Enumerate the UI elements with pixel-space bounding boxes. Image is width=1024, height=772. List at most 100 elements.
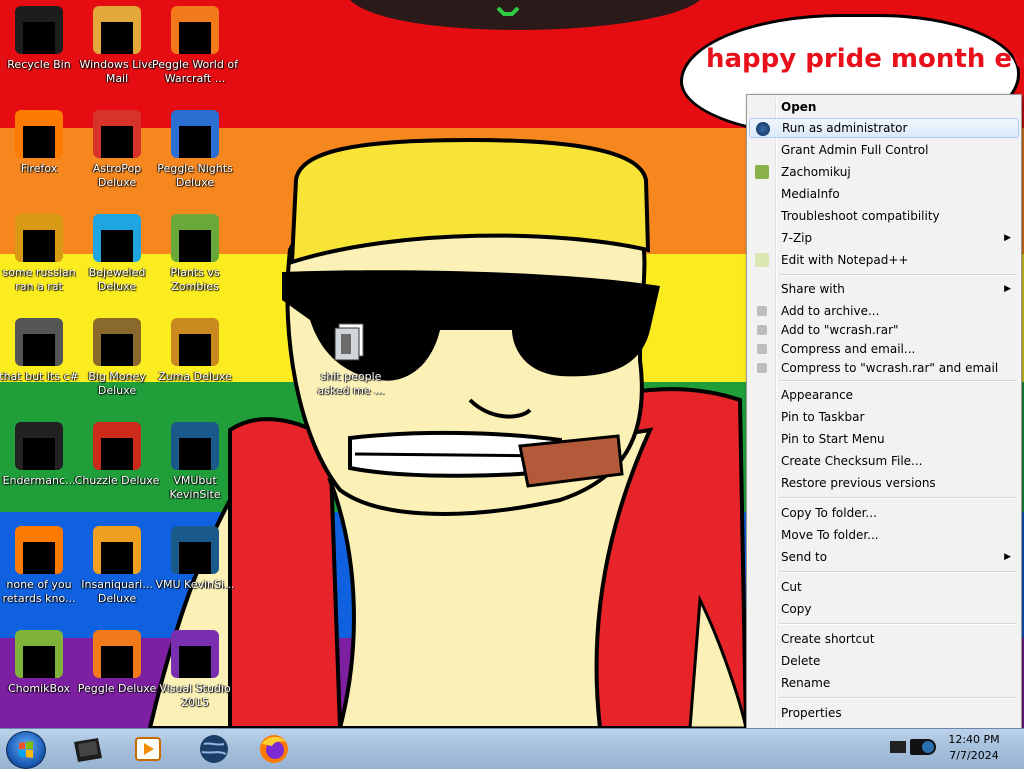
desktop-icon-12[interactable]: Endermanc... <box>0 416 78 512</box>
menu-item-pin-to-start-menu[interactable]: Pin to Start Menu <box>749 429 1019 449</box>
menu-item-zachomikuj[interactable]: Zachomikuj <box>749 162 1019 182</box>
desktop-icon-label: VMUbut KevinSite <box>169 474 221 501</box>
camera-icon <box>910 739 936 755</box>
start-button[interactable] <box>6 731 46 769</box>
desktop-icon-2[interactable]: Peggle World of Warcraft ... <box>152 0 238 96</box>
icon-redaction-mask <box>101 438 133 470</box>
desktop-icon-label: Peggle World of Warcraft ... <box>152 58 238 85</box>
menu-item-label: Zachomikuj <box>781 165 851 179</box>
desktop-icon-label: Big Money Deluxe <box>88 370 146 397</box>
menu-item-copy[interactable]: Copy <box>749 599 1019 619</box>
desktop-icon-20[interactable]: Visual Studio 2015 <box>156 624 234 720</box>
desktop-icon-4[interactable]: AstroPop Deluxe <box>78 104 156 200</box>
media-player-icon <box>135 737 161 761</box>
menu-separator <box>779 497 1017 499</box>
desktop-icon-16[interactable]: Insaniquari... Deluxe <box>78 520 156 616</box>
menu-item-7-zip[interactable]: 7-Zip ▶ <box>749 228 1019 248</box>
icon-redaction-mask <box>23 438 55 470</box>
explorer-icon <box>74 738 102 762</box>
menu-item-restore-previous-versions[interactable]: Restore previous versions <box>749 473 1019 493</box>
menu-item-open[interactable]: Open <box>749 97 1019 117</box>
tray-camera[interactable] <box>908 733 936 761</box>
taskbar-pinned-firefox[interactable] <box>250 732 298 766</box>
menu-item-share-with[interactable]: Share with ▶ <box>749 279 1019 299</box>
menu-item-add-to-archive[interactable]: Add to archive... <box>749 301 1019 321</box>
desktop-icon-5[interactable]: Peggle Nights Deluxe <box>156 104 234 200</box>
menu-item-properties[interactable]: Properties <box>749 703 1019 723</box>
desktop-icon-8[interactable]: Plants vs Zombies <box>156 208 234 304</box>
menu-item-label: 7-Zip <box>781 231 813 245</box>
desktop-icon-19[interactable]: Peggle Deluxe <box>78 624 156 720</box>
taskbar-pinned-globe[interactable] <box>190 732 238 766</box>
menu-item-compress-and-email[interactable]: Compress and email... <box>749 339 1019 359</box>
menu-item-grant-admin-full-control[interactable]: Grant Admin Full Control <box>749 140 1019 160</box>
desktop-icon-14[interactable]: VMUbut KevinSite <box>156 416 234 512</box>
globe-icon <box>200 735 228 763</box>
menu-item-label: Open <box>781 100 817 114</box>
icon-redaction-mask <box>101 334 133 366</box>
desktop-icon-label: Zuma Deluxe <box>158 370 232 383</box>
desktop-icon-18[interactable]: ChomikBox <box>0 624 78 720</box>
menu-item-send-to[interactable]: Send to ▶ <box>749 547 1019 567</box>
menu-item-compress-to-wcrash-rar-and-email[interactable]: Compress to "wcrash.rar" and email <box>749 358 1019 378</box>
desktop-icon-15[interactable]: none of you retards kno... <box>0 520 78 616</box>
menu-item-label: Grant Admin Full Control <box>781 143 929 157</box>
menu-item-label: Compress to "wcrash.rar" and email <box>781 361 999 375</box>
menu-item-create-shortcut[interactable]: Create shortcut <box>749 629 1019 649</box>
menu-item-copy-to-folder[interactable]: Copy To folder... <box>749 503 1019 523</box>
taskbar <box>0 728 1024 769</box>
menu-item-label: Cut <box>781 580 802 594</box>
menu-separator <box>779 274 1017 276</box>
context-menu: Open Run as administrator Grant Admin Full… <box>746 94 1022 732</box>
taskbar-pinned-explorer[interactable] <box>64 732 112 766</box>
desktop-icon-3[interactable]: Firefox <box>0 104 78 200</box>
menu-item-label: Share with <box>781 282 845 296</box>
desktop-icon-0[interactable]: Recycle Bin <box>0 0 78 96</box>
desktop-icon-label: Plants vs Zombies <box>170 266 220 293</box>
menu-item-label: Edit with Notepad++ <box>781 253 909 267</box>
desktop-icon-label: VMU KevinSi... <box>155 578 235 591</box>
icon-redaction-mask <box>179 126 211 158</box>
menu-item-troubleshoot-compatibility[interactable]: Troubleshoot compatibility <box>749 206 1019 226</box>
icon-redaction-mask <box>101 542 133 574</box>
desktop-icon-17[interactable]: VMU KevinSi... <box>155 520 235 616</box>
desktop-icon-11[interactable]: Zuma Deluxe <box>156 312 234 408</box>
taskbar-clock[interactable]: 12:40 PM 7/7/2024 <box>942 732 1006 764</box>
desktop-icon-label: Visual Studio 2015 <box>159 682 231 709</box>
desktop-icon-10[interactable]: Big Money Deluxe <box>78 312 156 408</box>
menu-item-move-to-folder[interactable]: Move To folder... <box>749 525 1019 545</box>
archive-icon <box>757 325 767 335</box>
tray-network[interactable] <box>888 735 908 759</box>
taskbar-pinned-media-player[interactable] <box>124 732 172 766</box>
submenu-arrow-icon: ▶ <box>1004 552 1011 562</box>
menu-item-delete[interactable]: Delete <box>749 651 1019 671</box>
menu-item-label: Pin to Taskbar <box>781 410 865 424</box>
menu-item-appearance[interactable]: Appearance <box>749 385 1019 405</box>
icon-redaction-mask <box>179 646 211 678</box>
menu-item-edit-with-notepad[interactable]: Edit with Notepad++ <box>749 250 1019 270</box>
menu-item-label: Compress and email... <box>781 342 916 356</box>
menu-item-run-as-administrator[interactable]: Run as administrator <box>749 118 1019 138</box>
shield-icon <box>756 122 770 136</box>
menu-item-mediainfo[interactable]: MediaInfo <box>749 184 1019 204</box>
desktop-icon-6[interactable]: some russian ran a rat <box>0 208 78 304</box>
desktop-icon-7[interactable]: Bejeweled Deluxe <box>78 208 156 304</box>
submenu-arrow-icon: ▶ <box>1004 284 1011 294</box>
archive-icon <box>757 363 767 373</box>
desktop-icon-13[interactable]: Chuzzle Deluxe <box>75 416 159 512</box>
desktop-file-wcrash[interactable]: shit people asked me ... <box>312 312 390 408</box>
icon-redaction-mask <box>179 334 211 366</box>
menu-item-cut[interactable]: Cut <box>749 577 1019 597</box>
menu-item-label: Restore previous versions <box>781 476 936 490</box>
icon-redaction-mask <box>179 542 211 574</box>
menu-item-create-checksum-file[interactable]: Create Checksum File... <box>749 451 1019 471</box>
menu-separator <box>779 380 1017 382</box>
menu-item-label: Create shortcut <box>781 632 875 646</box>
desktop-icon-1[interactable]: Windows Live Mail <box>78 0 156 96</box>
menu-item-rename[interactable]: Rename <box>749 673 1019 693</box>
desktop-icon-9[interactable]: that but its c# <box>0 312 79 408</box>
icon-redaction-mask <box>179 438 211 470</box>
menu-item-add-to-wcrash-rar[interactable]: Add to "wcrash.rar" <box>749 320 1019 340</box>
menu-item-pin-to-taskbar[interactable]: Pin to Taskbar <box>749 407 1019 427</box>
windows-logo-icon <box>19 741 33 758</box>
